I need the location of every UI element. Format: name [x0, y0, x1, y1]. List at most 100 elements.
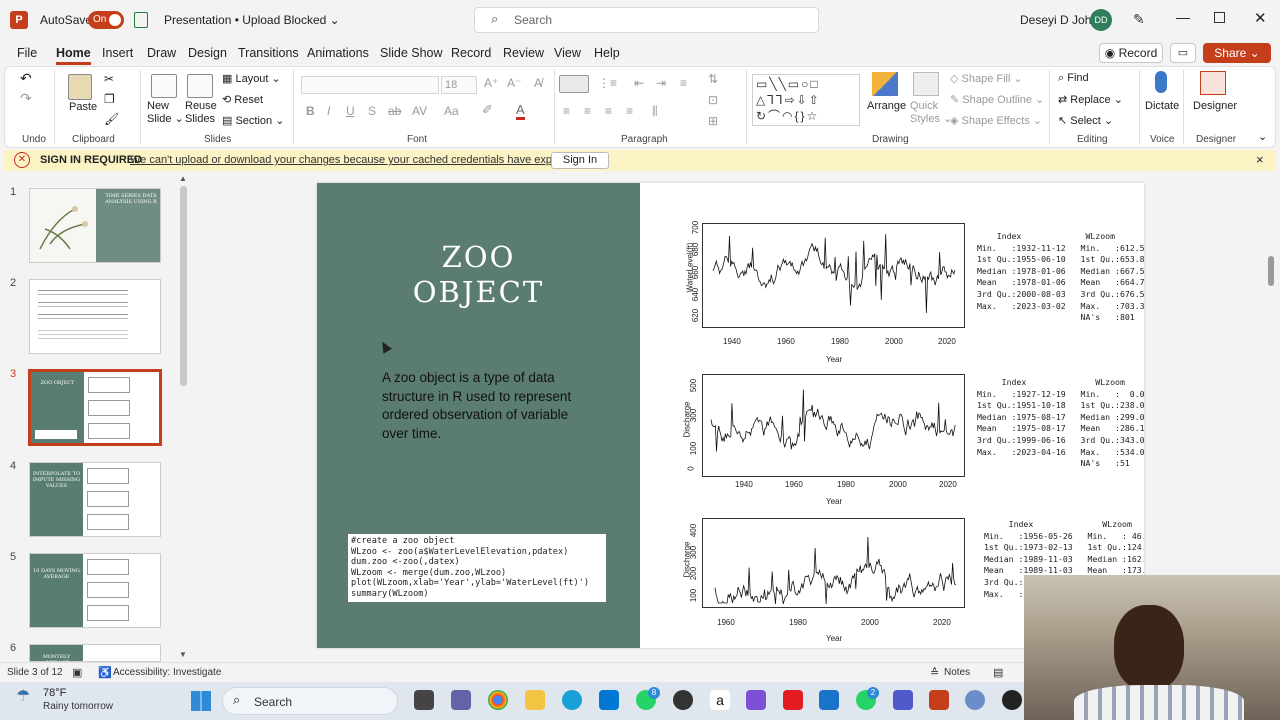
thumbnail-slide-2[interactable] [29, 279, 161, 354]
scroll-down-icon[interactable]: ▼ [179, 650, 187, 659]
bullets-icon[interactable] [559, 75, 589, 93]
share-button[interactable]: Share ⌄ [1203, 43, 1271, 63]
tab-help[interactable]: Help [594, 46, 620, 60]
new-slide-icon[interactable] [151, 74, 177, 98]
copy-icon[interactable]: ❐ [104, 92, 115, 106]
pen-icon[interactable]: ✎ [1133, 11, 1145, 28]
highlight-icon[interactable]: ✐ [482, 102, 493, 118]
shrink-font-icon[interactable]: A⁻ [507, 76, 521, 90]
scroll-up-icon[interactable]: ▲ [179, 174, 187, 183]
shape-outline-button[interactable]: ✎ Shape Outline ⌄ [950, 93, 1044, 106]
record-button[interactable]: ◉ Record [1099, 43, 1163, 63]
format-painter-icon[interactable]: 🖌 [104, 112, 119, 126]
thumbnail-slide-5[interactable]: 10 DAYS MOVING AVERAGE [29, 553, 161, 628]
spelling-check-icon[interactable]: ▣ [72, 666, 82, 679]
reset-button[interactable]: ⟲ Reset [222, 93, 263, 106]
maximize-icon[interactable] [1214, 12, 1225, 23]
underline-icon[interactable]: U [346, 104, 355, 118]
columns-icon[interactable]: ⫼ [652, 104, 658, 119]
clear-format-icon[interactable]: A̸ [534, 76, 542, 90]
section-button[interactable]: ▤ Section ⌄ [222, 114, 284, 127]
quick-styles-icon[interactable] [913, 72, 939, 96]
decrease-indent-icon[interactable]: ⇤ [634, 76, 644, 90]
thumbnail-slide-3[interactable]: ZOO OBJECT [28, 369, 162, 446]
tab-view[interactable]: View [554, 46, 581, 60]
cut-icon[interactable]: ✂ [104, 72, 114, 86]
save-icon[interactable] [134, 12, 148, 28]
slide-body-text[interactable]: A zoo object is a type of data structure… [382, 369, 582, 443]
tab-review[interactable]: Review [503, 46, 544, 60]
align-left-icon[interactable]: ≡ [563, 104, 570, 118]
slide-canvas[interactable]: ZOO OBJECT A zoo object is a type of dat… [317, 183, 1144, 648]
accessibility-status[interactable]: Accessibility: Investigate [113, 667, 221, 678]
file-explorer-icon[interactable] [525, 690, 545, 710]
bold-icon[interactable]: B [306, 104, 315, 118]
chrome-icon[interactable] [488, 690, 508, 710]
quick-styles-label[interactable]: Quick Styles ⌄ [910, 100, 952, 126]
thumbnail-slide-4[interactable]: INTERPOLATE TO IMPUTE MISSING VALUES [29, 462, 161, 537]
windows-start-icon[interactable] [191, 691, 211, 711]
increase-indent-icon[interactable]: ⇥ [656, 76, 666, 90]
youtube-icon[interactable] [783, 690, 803, 710]
strikethrough-icon[interactable]: ab [388, 104, 401, 118]
redo-icon[interactable]: ↷ [20, 90, 32, 107]
tab-animations[interactable]: Animations [307, 46, 369, 60]
find-button[interactable]: ⌕ Find [1058, 72, 1089, 85]
tab-design[interactable]: Design [188, 46, 227, 60]
edge-icon[interactable] [562, 690, 582, 710]
normal-view-icon[interactable]: ▤ [993, 666, 1003, 679]
notes-icon[interactable]: ≙ [930, 666, 939, 679]
collapse-ribbon-icon[interactable]: ⌄ [1258, 130, 1267, 143]
tab-slide-show[interactable]: Slide Show [380, 46, 443, 60]
tab-transitions[interactable]: Transitions [238, 46, 299, 60]
replace-button[interactable]: ⇄ Replace ⌄ [1058, 93, 1123, 106]
sign-in-button[interactable]: Sign In [551, 152, 609, 169]
shadow-icon[interactable]: S [368, 104, 376, 118]
designer-button[interactable]: Designer [1193, 100, 1237, 112]
amazon-icon[interactable]: a [710, 690, 730, 710]
tab-home[interactable]: Home [56, 46, 91, 65]
font-size-select[interactable]: 18 [441, 76, 477, 94]
minimize-icon[interactable]: — [1176, 9, 1190, 25]
taskbar-search[interactable]: ⌕ Search [222, 687, 398, 715]
close-icon[interactable]: ✕ [1254, 9, 1267, 27]
shape-fill-button[interactable]: ◇ Shape Fill ⌄ [950, 72, 1023, 85]
paste-icon[interactable] [68, 74, 92, 100]
app-icon[interactable] [746, 690, 766, 710]
thumbnail-slide-6[interactable]: MONTHLY AVERAGE [29, 644, 161, 662]
thumbnail-scrollbar[interactable] [180, 186, 187, 386]
font-family-select[interactable] [301, 76, 439, 94]
shape-effects-button[interactable]: ◈ Shape Effects ⌄ [950, 114, 1042, 127]
line-spacing-icon[interactable]: ≡ [680, 76, 687, 90]
slide-title[interactable]: ZOO OBJECT [317, 240, 640, 310]
text-direction-icon[interactable]: ⇅ [708, 72, 718, 86]
character-spacing-icon[interactable]: AV [412, 104, 427, 118]
tab-draw[interactable]: Draw [147, 46, 176, 60]
weather-forecast[interactable]: Rainy tomorrow [43, 701, 113, 712]
comments-icon[interactable]: ▭ [1170, 43, 1196, 63]
shapes-gallery[interactable]: ▭╲╲▭○□ △⅂⅂⇨⇩⇧ ↻⌒◠{}☆ [752, 74, 860, 126]
dell-icon[interactable] [673, 690, 693, 710]
new-slide-button[interactable]: New Slide ⌄ [147, 100, 184, 126]
teams-icon[interactable] [451, 690, 471, 710]
accessibility-icon[interactable]: ♿ [98, 666, 112, 679]
change-case-icon[interactable]: Aa [444, 104, 459, 118]
font-color-icon[interactable]: A [516, 102, 525, 120]
search-box[interactable]: ⌕ Search [474, 7, 819, 33]
justify-icon[interactable]: ≡ [626, 104, 633, 118]
align-text-icon[interactable]: ⊡ [708, 93, 718, 107]
paste-label[interactable]: Paste [69, 101, 97, 113]
weather-icon[interactable]: ☂ [16, 686, 30, 706]
avatar[interactable]: DD [1090, 9, 1112, 31]
reuse-slides-button[interactable]: Reuse Slides [185, 100, 217, 126]
tab-insert[interactable]: Insert [102, 46, 133, 60]
microphone-icon[interactable] [1155, 71, 1167, 93]
mail-icon[interactable] [819, 690, 839, 710]
notes-button[interactable]: Notes [944, 667, 970, 678]
r-icon[interactable] [965, 690, 985, 710]
store-icon[interactable] [599, 690, 619, 710]
designer-icon[interactable] [1200, 71, 1226, 95]
arrange-icon[interactable] [872, 72, 898, 96]
weather-temp[interactable]: 78°F [43, 687, 66, 699]
thumbnail-slide-1[interactable]: TIME SERIES DATA ANALYSIS USING R [29, 188, 161, 263]
